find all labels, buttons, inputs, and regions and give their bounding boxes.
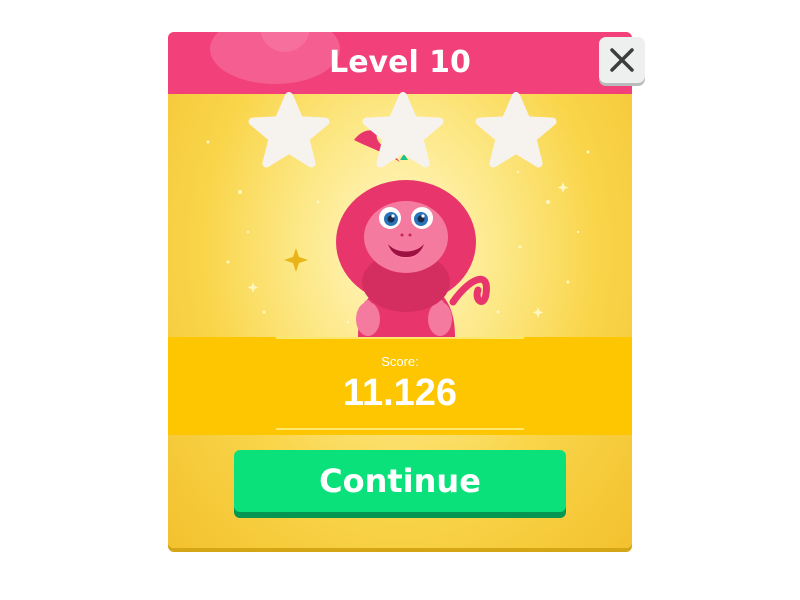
close-icon — [610, 48, 634, 72]
score-value: 11.126 — [342, 372, 458, 414]
level-complete-dialog: Level 10 Score: 11.126 Continue — [168, 32, 632, 548]
continue-button[interactable]: Continue — [234, 450, 566, 512]
dialog-header: Level 10 — [168, 32, 632, 94]
divider — [276, 337, 524, 339]
level-title: Level 10 — [329, 45, 471, 80]
close-button[interactable] — [599, 37, 645, 83]
score-label: Score: — [381, 354, 419, 369]
divider — [276, 428, 524, 430]
